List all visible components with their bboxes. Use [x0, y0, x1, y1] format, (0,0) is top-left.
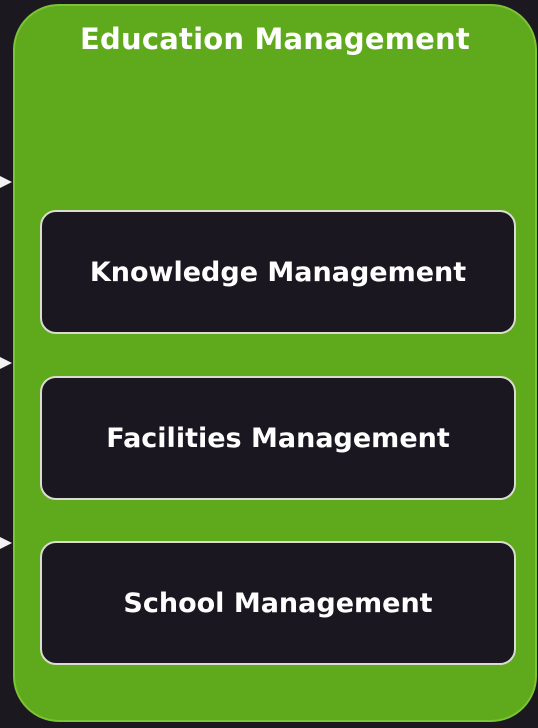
incoming-arrow-1 [0, 176, 12, 188]
incoming-arrow-3 [0, 537, 12, 549]
module-label: School Management [123, 587, 433, 619]
module-label: Facilities Management [106, 422, 450, 454]
education-management-group: Education Management Knowledge Managemen… [13, 4, 537, 722]
incoming-arrow-2 [0, 357, 12, 369]
school-management-module[interactable]: School Management [40, 541, 516, 665]
knowledge-management-module[interactable]: Knowledge Management [40, 210, 516, 334]
module-label: Knowledge Management [89, 256, 467, 288]
facilities-management-module[interactable]: Facilities Management [40, 376, 516, 500]
group-title: Education Management [80, 22, 470, 56]
